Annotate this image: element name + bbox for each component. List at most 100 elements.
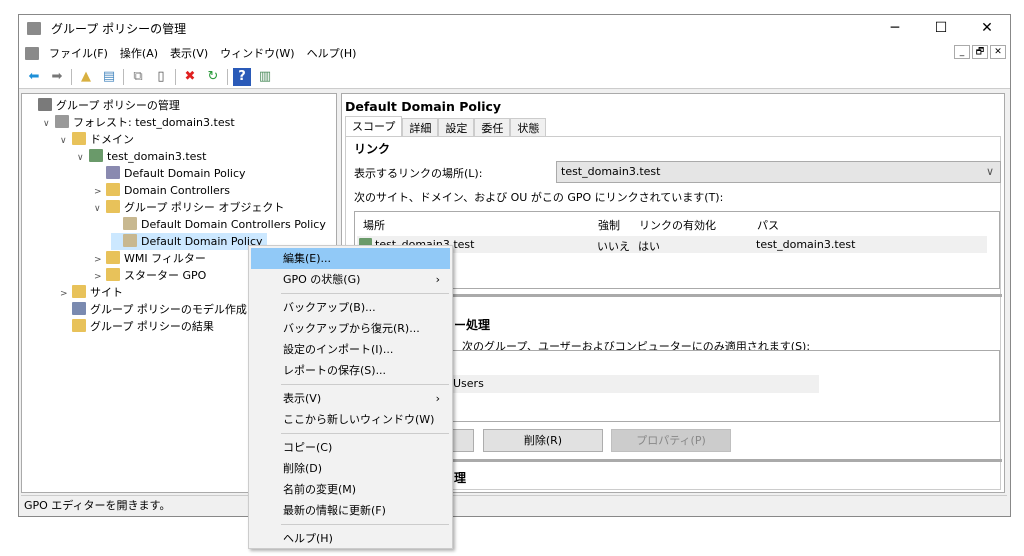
tree-item[interactable]: ∨ test_domain3.test: [77, 148, 206, 165]
cell-path: test_domain3.test: [756, 238, 856, 251]
tab-3[interactable]: 委任: [474, 118, 511, 136]
tree-item-label: Domain Controllers: [124, 184, 231, 197]
remove-button[interactable]: 削除(R): [483, 429, 603, 452]
copy-icon[interactable]: ⧉: [129, 68, 147, 86]
chevron-down-icon[interactable]: ∨: [43, 116, 55, 133]
context-menu-item[interactable]: バックアップから復元(R)...: [251, 318, 450, 339]
location-label: 表示するリンクの場所(L):: [354, 167, 483, 180]
tree-item[interactable]: ∨ フォレスト: test_domain3.test: [43, 114, 235, 131]
menu-item-label: 表示(V): [283, 392, 322, 405]
menu-separator: [281, 293, 449, 294]
title-bar: グループ ポリシーの管理 ─ ☐ ✕: [19, 15, 1010, 41]
tree-node-icon: [89, 149, 103, 162]
tree-item[interactable]: > WMI フィルター: [94, 250, 206, 267]
col-header-link-enabled[interactable]: リンクの有効化: [639, 217, 716, 233]
tree-item[interactable]: Default Domain Policy: [94, 165, 246, 182]
tree-item[interactable]: グループ ポリシーの管理: [26, 97, 180, 114]
console-icon[interactable]: [25, 46, 39, 60]
context-menu-item[interactable]: ここから新しいウィンドウ(W): [251, 409, 450, 430]
up-folder-icon[interactable]: ▲: [77, 68, 95, 86]
refresh-icon[interactable]: ↻: [204, 68, 222, 86]
action-pane-icon[interactable]: ▥: [256, 68, 274, 86]
tree-item-label: ドメイン: [90, 133, 134, 146]
tree-item[interactable]: Default Domain Controllers Policy: [111, 216, 326, 233]
menu-0[interactable]: ファイル(F): [49, 45, 108, 61]
menu-item-label: レポートの保存(S)...: [283, 364, 387, 377]
context-menu-item[interactable]: GPO の状態(G) ›: [251, 269, 450, 290]
chevron-down-icon[interactable]: ∨: [77, 150, 89, 167]
properties-button: プロパティ(P): [611, 429, 731, 452]
tree-item[interactable]: グループ ポリシーの結果: [60, 318, 214, 335]
chevron-right-icon: ›: [435, 273, 440, 286]
gpmc-app-icon: [27, 21, 41, 35]
menu-2[interactable]: 表示(V): [170, 45, 208, 61]
tree-node-icon: [72, 132, 86, 145]
mdi-close-button[interactable]: ✕: [990, 45, 1006, 59]
security-filter-list[interactable]: Users: [446, 350, 1000, 422]
toolbar-separator: [175, 68, 176, 85]
col-header-location[interactable]: 場所: [363, 217, 385, 233]
help-icon[interactable]: ?: [233, 67, 251, 86]
context-menu-item[interactable]: 編集(E)...: [251, 248, 450, 269]
chevron-down-icon[interactable]: ∨: [94, 201, 106, 218]
location-dropdown[interactable]: test_domain3.test ∨: [556, 161, 1001, 183]
context-menu-item[interactable]: 最新の情報に更新(F): [251, 500, 450, 521]
tab-0[interactable]: スコープ: [345, 116, 403, 136]
context-menu-item[interactable]: 削除(D): [251, 458, 450, 479]
app-window: グループ ポリシーの管理 ─ ☐ ✕ ファイル(F) 操作(A) 表示(V) ウィンド…: [18, 14, 1011, 517]
delete-icon[interactable]: ✖: [181, 68, 199, 86]
status-bar: GPO エディターを開きます。: [21, 495, 1007, 515]
context-menu-item[interactable]: 名前の変更(M): [251, 479, 450, 500]
context-menu-item[interactable]: レポートの保存(S)...: [251, 360, 450, 381]
menu-bar: ファイル(F) 操作(A) 表示(V) ウィンドウ(W) ヘルプ(H): [19, 41, 1010, 65]
context-menu-item[interactable]: 設定のインポート(I)...: [251, 339, 450, 360]
menu-item-label: GPO の状態(G): [283, 273, 361, 286]
tree-node-icon: [72, 302, 86, 315]
tree-item[interactable]: グループ ポリシーのモデル作成: [60, 301, 247, 318]
col-header-path[interactable]: パス: [757, 217, 779, 233]
menu-separator: [281, 384, 449, 385]
tab-1[interactable]: 詳細: [402, 118, 439, 136]
show-hide-tree-icon[interactable]: ▤: [100, 68, 118, 86]
col-header-enforced[interactable]: 強制: [598, 217, 620, 233]
mdi-restore-button[interactable]: 🗗: [972, 45, 988, 59]
menu-item-label: コピー(C): [283, 441, 333, 454]
context-menu-item[interactable]: ヘルプ(H): [251, 528, 450, 549]
menu-4[interactable]: ヘルプ(H): [307, 45, 357, 61]
forward-icon[interactable]: ➡: [48, 68, 66, 86]
back-icon[interactable]: ⬅: [25, 68, 43, 86]
tree-item-label: サイト: [90, 286, 123, 299]
links-description: 次のサイト、ドメイン、および OU がこの GPO にリンクされています(T):: [354, 191, 724, 204]
tree-item[interactable]: > Domain Controllers: [94, 182, 230, 199]
menu-item-label: 設定のインポート(I)...: [283, 343, 394, 356]
tree-item-label: フォレスト: test_domain3.test: [73, 116, 235, 129]
tree-node-icon: [55, 115, 69, 128]
menu-item-label: 名前の変更(M): [283, 483, 357, 496]
menu-3[interactable]: ウィンドウ(W): [220, 45, 294, 61]
menu-item-label: バックアップ(B)...: [283, 301, 376, 314]
toolbar-separator: [123, 68, 124, 85]
context-menu-item[interactable]: バックアップ(B)...: [251, 297, 450, 318]
tab-2[interactable]: 設定: [438, 118, 475, 136]
tree-item[interactable]: > スターター GPO: [94, 267, 206, 284]
mdi-minimize-button[interactable]: _: [954, 45, 970, 59]
tree-item[interactable]: Default Domain Policy: [111, 233, 267, 250]
links-heading: リンク: [354, 142, 391, 156]
tab-4[interactable]: 状態: [510, 118, 547, 136]
chevron-down-icon[interactable]: ∨: [60, 133, 72, 150]
maximize-button[interactable]: ☐: [918, 15, 964, 41]
context-menu-item[interactable]: コピー(C): [251, 437, 450, 458]
menu-1[interactable]: 操作(A): [120, 45, 158, 61]
tree-item[interactable]: > サイト: [60, 284, 123, 301]
tree-item-label: グループ ポリシーの結果: [90, 320, 214, 333]
tree-item[interactable]: ∨ ドメイン: [60, 131, 134, 148]
tree-item[interactable]: ∨ グループ ポリシー オブジェクト: [94, 199, 284, 216]
security-filter-heading: ー処理: [454, 318, 491, 332]
close-button[interactable]: ✕: [964, 15, 1010, 41]
list-item[interactable]: Users: [447, 375, 819, 393]
minimize-button[interactable]: ─: [872, 15, 918, 41]
tree-item-label: test_domain3.test: [107, 150, 207, 163]
wmi-filter-heading: 理: [454, 471, 467, 485]
paste-icon[interactable]: ▯: [152, 68, 170, 86]
context-menu-item[interactable]: 表示(V) ›: [251, 388, 450, 409]
